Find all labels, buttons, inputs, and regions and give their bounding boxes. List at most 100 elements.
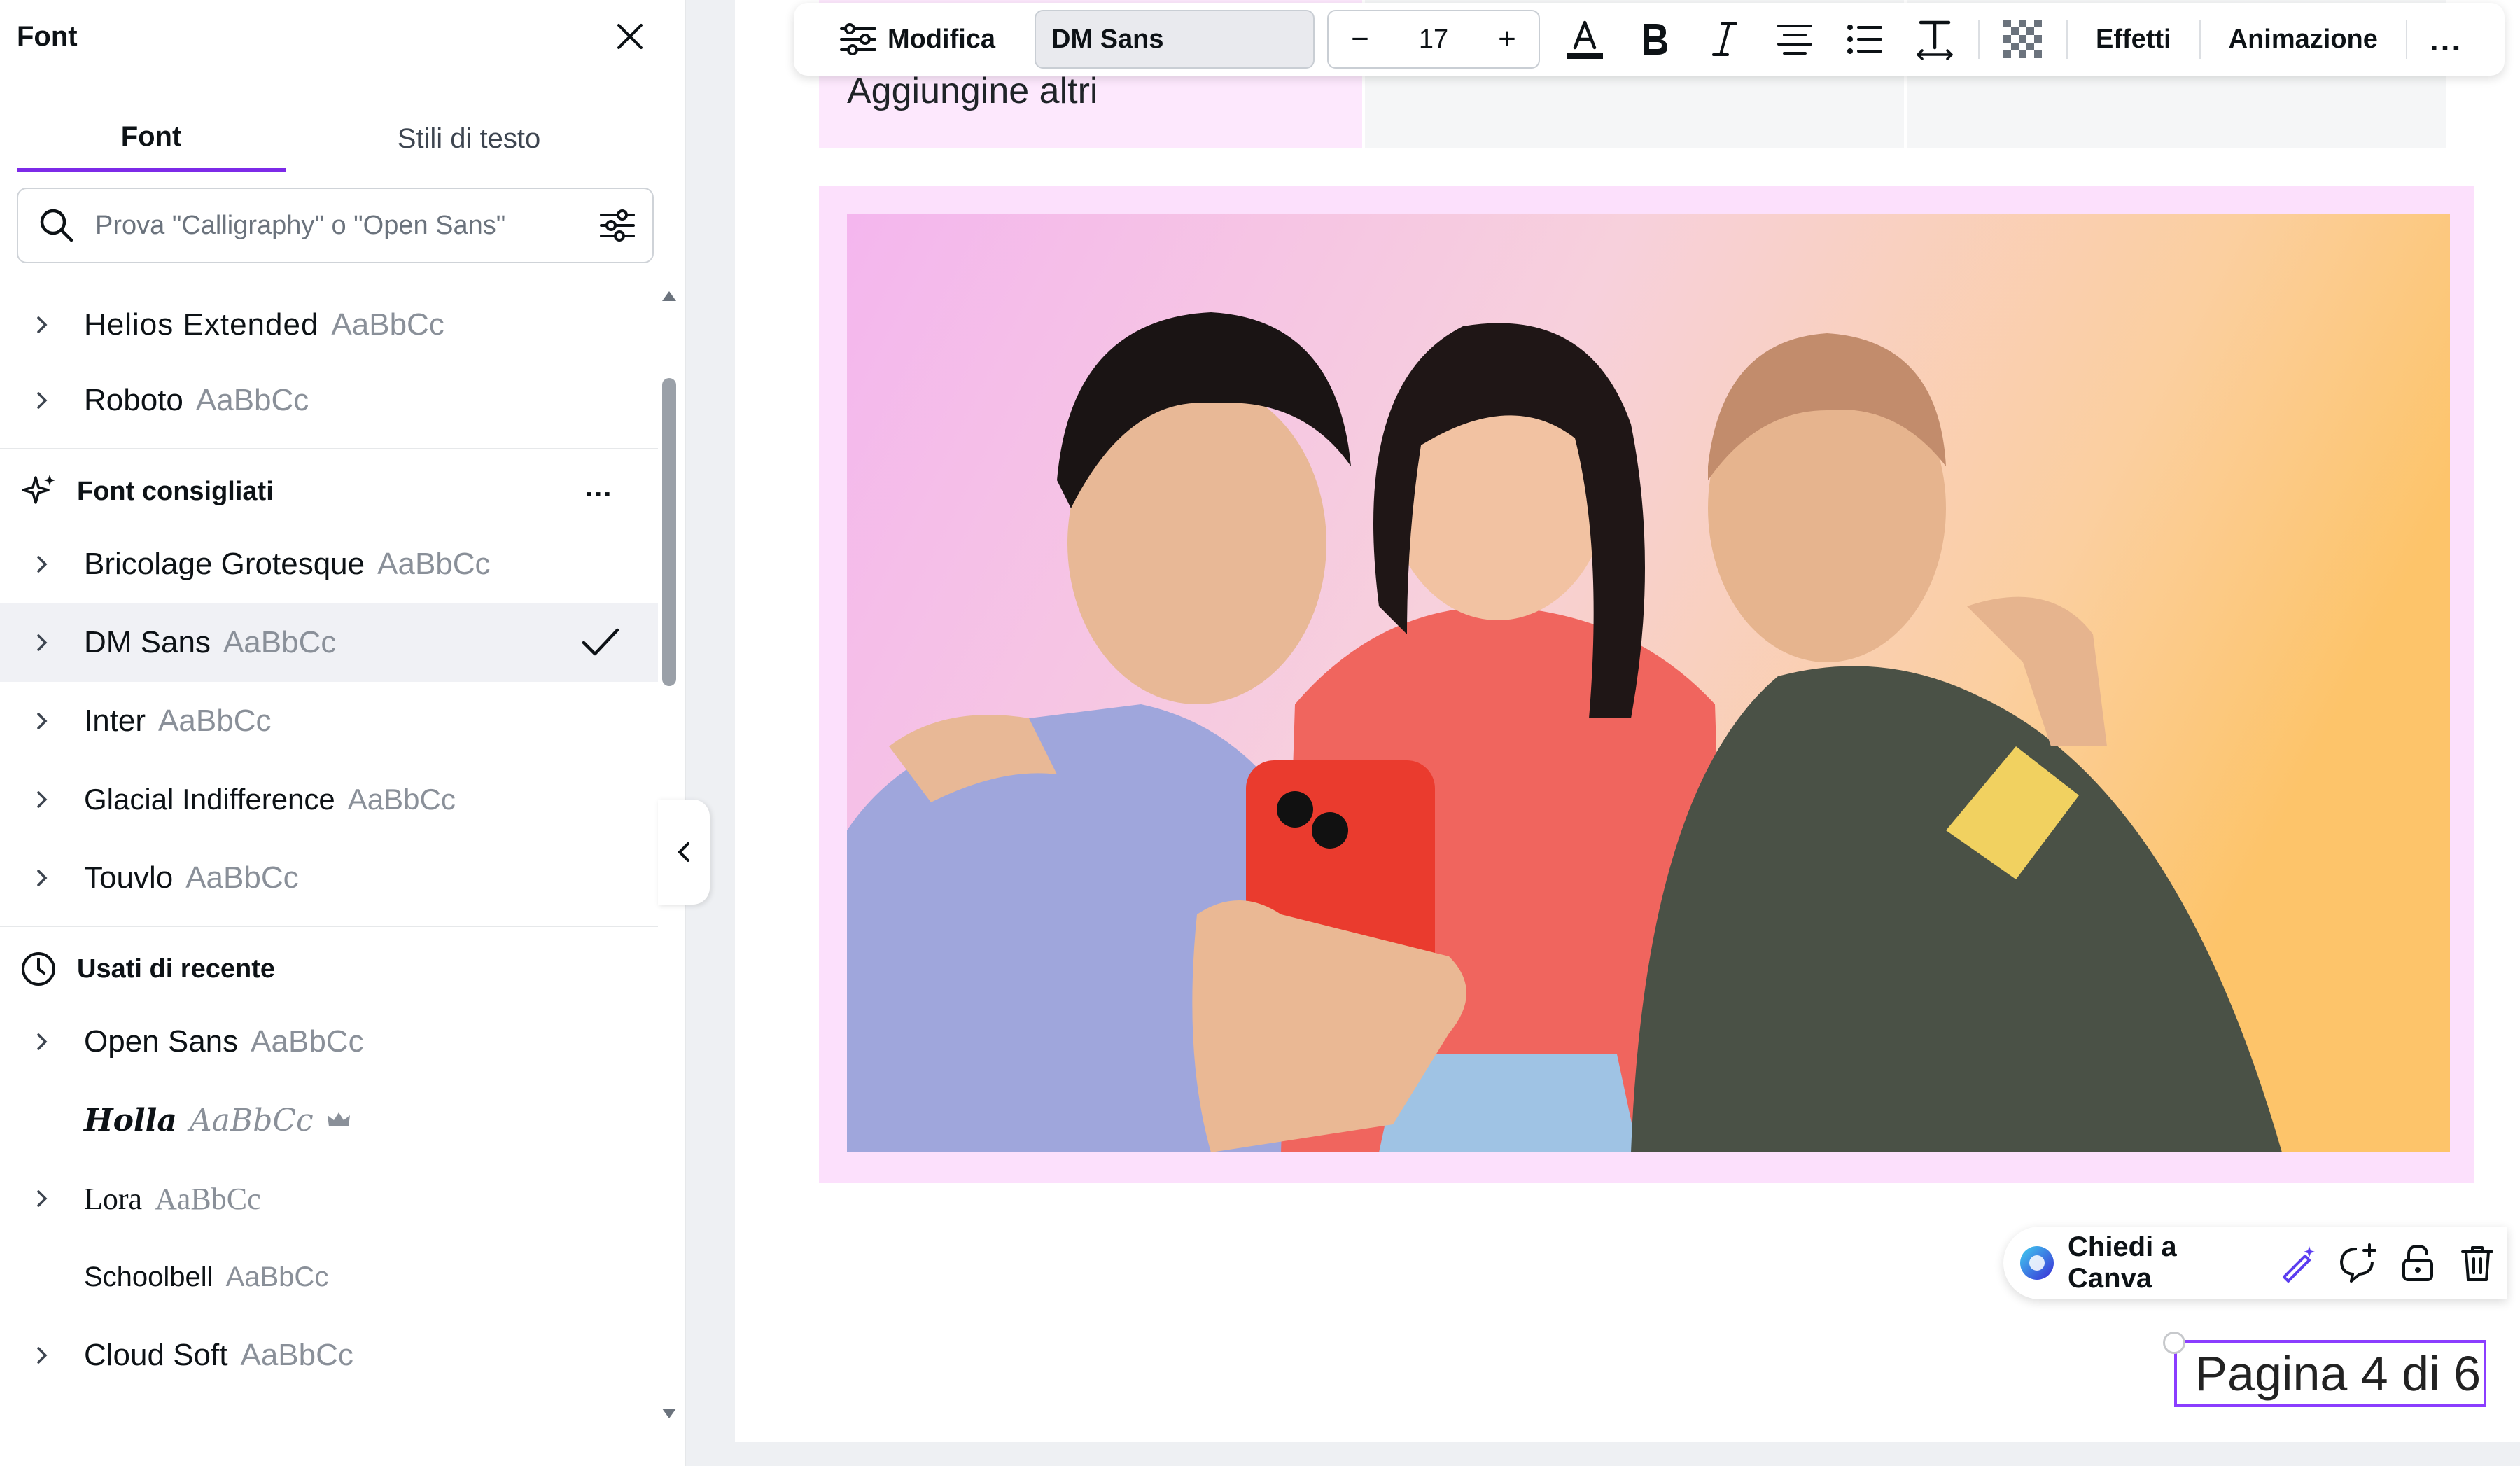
font-row-touvlo[interactable]: Touvlo AaBbCc (0, 839, 658, 917)
canva-ai-icon (2020, 1246, 2054, 1280)
font-name: Inter (84, 704, 146, 738)
page-number-text[interactable]: Pagina 4 di 6 (2194, 1346, 2481, 1402)
magic-edit-button[interactable] (2269, 1228, 2328, 1298)
section-recent: Usati di recente (0, 935, 658, 1003)
sliders-icon (600, 209, 635, 242)
font-search-input[interactable] (95, 210, 582, 241)
trash-icon (2461, 1246, 2494, 1281)
font-sample: AaBbCc (240, 1338, 354, 1372)
chevron-right-icon[interactable] (0, 390, 84, 411)
font-panel: Font Font Stili di testo Helios Extended… (0, 0, 686, 1466)
font-sample: AaBbCc (377, 547, 491, 581)
decrease-size-button[interactable]: − (1329, 11, 1392, 67)
font-row-roboto[interactable]: Roboto AaBbCc (0, 361, 658, 440)
font-sample: AaBbCc (189, 1102, 314, 1138)
chevron-right-icon[interactable] (0, 1188, 84, 1209)
tab-text-styles[interactable]: Stili di testo (308, 105, 630, 172)
align-center-icon (1777, 25, 1812, 55)
sparkle-icon (0, 472, 77, 511)
font-name: Cloud Soft (84, 1338, 228, 1372)
font-row-dm-sans[interactable]: DM Sans AaBbCc (0, 603, 658, 682)
comment-button[interactable] (2328, 1228, 2388, 1298)
transparency-button[interactable] (1988, 10, 2058, 69)
ask-canva-button[interactable]: Chiedi a Canva (2003, 1231, 2269, 1294)
chevron-right-icon[interactable] (0, 867, 84, 888)
list-button[interactable] (1830, 10, 1900, 69)
font-name: Holla (84, 1102, 177, 1138)
divider (0, 926, 658, 927)
section-title: Font consigliati (77, 476, 274, 506)
font-row-cloud-soft[interactable]: Cloud Soft AaBbCc (0, 1316, 658, 1395)
spacing-button[interactable] (1900, 10, 1970, 69)
clock-icon (0, 949, 77, 989)
font-sample: AaBbCc (223, 625, 337, 659)
animation-button[interactable]: Animazione (2209, 10, 2398, 69)
search-box (17, 188, 654, 263)
text-toolbar: Modifica DM Sans − 17 + Effetti Animazio… (794, 3, 2505, 76)
font-sample: AaBbCc (158, 704, 272, 738)
font-row-lora[interactable]: Lora AaBbCc (0, 1159, 658, 1238)
align-button[interactable] (1760, 10, 1830, 69)
increase-size-button[interactable]: + (1476, 11, 1539, 67)
scroll-up-arrow[interactable] (661, 288, 678, 306)
sliders-icon (839, 23, 876, 55)
section-recommended: Font consigliati ... (0, 458, 658, 525)
transparency-icon (2003, 20, 2043, 59)
font-name: Open Sans (84, 1024, 239, 1059)
chevron-right-icon[interactable] (0, 711, 84, 732)
chevron-right-icon[interactable] (0, 314, 84, 335)
lock-icon (2402, 1244, 2433, 1281)
close-panel-button[interactable] (608, 14, 652, 59)
font-size-value[interactable]: 17 (1392, 25, 1476, 55)
font-name: Touvlo (84, 860, 174, 895)
font-row-schoolbell[interactable]: Schoolbell AaBbCc (0, 1238, 658, 1316)
font-row-glacial-indifference[interactable]: Glacial Indifference AaBbCc (0, 760, 658, 839)
chevron-right-icon[interactable] (0, 632, 84, 653)
delete-button[interactable] (2448, 1228, 2507, 1298)
collapse-panel-button[interactable] (658, 800, 710, 905)
selected-text-box[interactable]: Pagina 4 di 6 (2174, 1340, 2486, 1407)
section-title: Usati di recente (77, 954, 275, 984)
lock-button[interactable] (2388, 1228, 2447, 1298)
font-sample: AaBbCc (251, 1024, 364, 1059)
font-row-helios-extended[interactable]: Helios Extended AaBbCc (0, 288, 658, 361)
chevron-right-icon[interactable] (0, 1031, 84, 1052)
bold-button[interactable] (1620, 10, 1690, 69)
bullet-list-icon (1847, 25, 1882, 54)
rotate-handle[interactable] (2163, 1332, 2185, 1354)
font-row-bricolage-grotesque[interactable]: Bricolage Grotesque AaBbCc (0, 525, 658, 603)
more-options-button[interactable]: ... (585, 472, 612, 503)
scrollbar-thumb[interactable] (662, 378, 676, 686)
close-icon (617, 24, 643, 49)
tab-font[interactable]: Font (17, 105, 286, 172)
more-options-button[interactable]: ... (2416, 10, 2477, 69)
scroll-down-arrow[interactable] (661, 1407, 678, 1425)
filter-button[interactable] (582, 189, 652, 262)
element-context-bar: Chiedi a Canva (2003, 1227, 2507, 1299)
font-size-stepper: − 17 + (1327, 10, 1540, 69)
bold-icon (1644, 24, 1667, 55)
font-family-selector[interactable]: DM Sans (1035, 10, 1315, 69)
italic-button[interactable] (1690, 10, 1760, 69)
font-name: Glacial Indifference (84, 783, 335, 816)
toolbar-divider (2066, 20, 2068, 59)
chevron-right-icon[interactable] (0, 554, 84, 575)
text-color-button[interactable] (1550, 10, 1620, 69)
toolbar-divider (2199, 20, 2201, 59)
effects-button[interactable]: Effetti (2076, 10, 2191, 69)
font-name: DM Sans (84, 625, 211, 659)
font-name: Schoolbell (84, 1261, 214, 1292)
chevron-right-icon[interactable] (0, 1345, 84, 1366)
font-row-open-sans[interactable]: Open Sans AaBbCc (0, 1003, 658, 1081)
edit-label: Modifica (887, 24, 996, 54)
font-row-holla[interactable]: Holla AaBbCc (0, 1081, 658, 1159)
edit-button[interactable]: Modifica (805, 10, 1029, 69)
photo-three-friends[interactable] (847, 214, 2450, 1152)
font-row-inter[interactable]: Inter AaBbCc (0, 682, 658, 760)
divider (0, 448, 658, 449)
chevron-right-icon[interactable] (0, 789, 84, 810)
toolbar-divider (2405, 20, 2407, 59)
table-cell-text[interactable]: Aggiungine altri (847, 70, 1098, 112)
font-sample: AaBbCc (225, 1261, 329, 1292)
checkmark-icon (581, 624, 620, 663)
